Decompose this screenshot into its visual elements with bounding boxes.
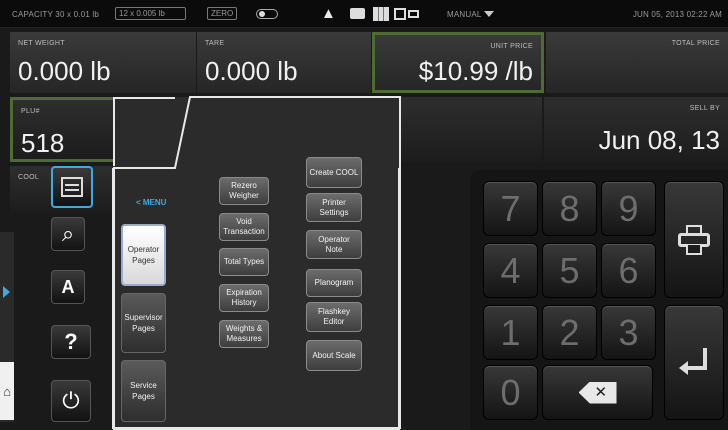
rezero-weigher-button[interactable]: Rezero Weigher [219,177,269,205]
key-6[interactable]: 6 [601,243,656,298]
tab-service-pages[interactable]: Service Pages [121,360,166,422]
weights-measures-button[interactable]: Weights & Measures [219,320,269,348]
printer-icon [678,224,710,255]
enter-icon [679,347,709,378]
expiration-history-button[interactable]: Expiration History [219,284,269,312]
tab-supervisor-pages[interactable]: Supervisor Pages [121,293,166,353]
key-8[interactable]: 8 [542,181,597,236]
tab-operator-pages[interactable]: Operator Pages [121,224,166,286]
key-3[interactable]: 3 [601,305,656,360]
void-transaction-button[interactable]: Void Transaction [219,213,269,241]
about-scale-button[interactable]: About Scale [306,340,362,371]
backspace-icon: ✕ [578,381,617,404]
key-1[interactable]: 1 [483,305,538,360]
key-2[interactable]: 2 [542,305,597,360]
key-5[interactable]: 5 [542,243,597,298]
create-cool-button[interactable]: Create COOL [306,157,362,188]
key-9[interactable]: 9 [601,181,656,236]
operator-note-button[interactable]: Operator Note [306,230,362,259]
print-key[interactable] [664,181,724,298]
key-7[interactable]: 7 [483,181,538,236]
backspace-key[interactable]: ✕ [542,365,653,420]
planogram-button[interactable]: Planogram [306,269,362,297]
key-4[interactable]: 4 [483,243,538,298]
total-types-button[interactable]: Total Types [219,248,269,276]
menu-back-link[interactable]: < MENU [136,198,166,207]
flashkey-editor-button[interactable]: Flashkey Editor [306,302,362,332]
key-0[interactable]: 0 [483,365,538,420]
enter-key[interactable] [664,305,724,420]
printer-settings-button[interactable]: Printer Settings [306,193,362,222]
